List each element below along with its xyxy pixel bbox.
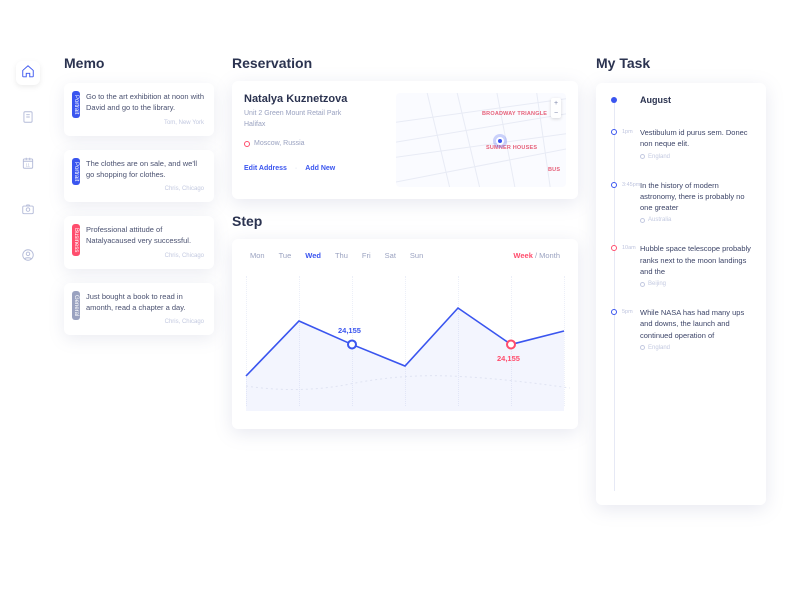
step-chart: 24,155 24,155	[240, 266, 570, 418]
home-icon	[21, 64, 35, 83]
svg-text:11: 11	[26, 162, 31, 167]
memo-card[interactable]: General Just bought a book to read in am…	[64, 283, 214, 336]
nav-notes[interactable]	[16, 107, 40, 131]
memo-tag: General	[72, 291, 80, 320]
map-zoom: + −	[551, 98, 561, 118]
day-sun[interactable]: Sun	[410, 251, 423, 260]
calendar-icon: 11	[21, 156, 35, 175]
edit-address-link[interactable]: Edit Address	[244, 165, 287, 172]
map[interactable]: BROADWAY TRIANGLE SUMNER HOUSES BUS + −	[396, 93, 566, 187]
day-fri[interactable]: Fri	[362, 251, 371, 260]
task-dot-icon	[611, 245, 617, 251]
task-box: August 1pm Vestibulum id purus sem. Done…	[596, 83, 766, 505]
step-card: Mon Tue Wed Thu Fri Sat Sun Week / Month 24,15…	[232, 239, 578, 429]
location-pin-icon	[244, 141, 250, 147]
memo-tag: Portrait	[72, 91, 80, 118]
task-location: Australia	[640, 217, 756, 223]
task-item[interactable]: 1pm Vestibulum id purus sem. Donec non n…	[614, 127, 756, 160]
memo-location: Chris, Chicago	[86, 253, 204, 259]
memo-body: Professional attitude of Natalyacaused v…	[86, 224, 204, 247]
memo-heading: Memo	[64, 55, 214, 71]
map-roads-icon	[396, 93, 566, 187]
memo-body: Just bought a book to read in amonth, re…	[86, 291, 204, 314]
task-location: England	[640, 154, 756, 160]
step-heading: Step	[232, 213, 578, 229]
chart-value: 24,155	[497, 354, 520, 363]
chart-value: 24,155	[338, 326, 361, 335]
step-days: Mon Tue Wed Thu Fri Sat Sun	[250, 251, 423, 260]
zoom-out-button[interactable]: −	[551, 108, 561, 118]
task-column: My Task August 1pm Vestibulum id purus s…	[596, 55, 766, 600]
day-wed[interactable]: Wed	[305, 251, 321, 260]
sidebar: 11	[10, 55, 46, 600]
nav-calendar[interactable]: 11	[16, 153, 40, 177]
memo-card[interactable]: Business Professional attitude of Nataly…	[64, 216, 214, 269]
day-thu[interactable]: Thu	[335, 251, 348, 260]
reservation-location: Moscow, Russia	[244, 140, 384, 147]
task-item[interactable]: 3:45pm In the history of modern astronom…	[614, 180, 756, 224]
memo-column: Memo Portrait Go to the art exhibition a…	[64, 55, 214, 600]
task-title: In the history of modern astronomy, ther…	[640, 180, 756, 214]
reservation-heading: Reservation	[232, 55, 578, 71]
memo-tag: Business	[72, 224, 80, 256]
day-tue[interactable]: Tue	[279, 251, 292, 260]
memo-body: Go to the art exhibition at noon with Da…	[86, 91, 204, 114]
task-item[interactable]: 10am Hubble space telescope probably ran…	[614, 243, 756, 287]
map-pin	[496, 137, 504, 145]
map-label: SUMNER HOUSES	[486, 145, 537, 151]
memo-location: Chris, Chicago	[86, 186, 204, 192]
task-title: While NASA has had many ups and downs, t…	[640, 307, 756, 341]
task-dot-icon	[611, 182, 617, 188]
memo-location: Chris, Chicago	[86, 319, 204, 325]
location-ring-icon	[640, 218, 645, 223]
zoom-in-button[interactable]: +	[551, 98, 561, 108]
timeline-month: August	[614, 95, 756, 105]
reservation-addr1: Unit 2 Green Mount Retail Park	[244, 109, 384, 120]
reservation-card: Natalya Kuznetzova Unit 2 Green Mount Re…	[232, 81, 578, 199]
task-time: 3:45pm	[622, 182, 640, 188]
task-heading: My Task	[596, 55, 766, 71]
task-dot-icon	[611, 129, 617, 135]
camera-icon	[21, 202, 35, 221]
add-new-link[interactable]: Add New	[305, 165, 335, 172]
toggle-month[interactable]: Month	[539, 251, 560, 260]
task-title: Hubble space telescope probably ranks ne…	[640, 243, 756, 277]
task-location: England	[640, 345, 756, 351]
center-column: Reservation Natalya Kuznetzova Unit 2 Gr…	[232, 55, 578, 600]
memo-card[interactable]: Portrait The clothes are on sale, and we…	[64, 150, 214, 203]
memo-body: The clothes are on sale, and we'll go sh…	[86, 158, 204, 181]
map-label: BROADWAY TRIANGLE	[482, 111, 547, 117]
task-dot-icon	[611, 309, 617, 315]
memo-tag: Portrait	[72, 158, 80, 185]
location-ring-icon	[640, 282, 645, 287]
day-sat[interactable]: Sat	[385, 251, 396, 260]
nav-profile[interactable]	[16, 245, 40, 269]
location-ring-icon	[640, 154, 645, 159]
memo-card[interactable]: Portrait Go to the art exhibition at noo…	[64, 83, 214, 136]
step-range-toggle: Week / Month	[513, 251, 560, 260]
day-mon[interactable]: Mon	[250, 251, 265, 260]
memo-location: Tom, New York	[86, 120, 204, 126]
notes-icon	[21, 110, 35, 129]
task-time: 5pm	[622, 309, 633, 315]
task-title: Vestibulum id purus sem. Donec non neque…	[640, 127, 756, 150]
task-time: 1pm	[622, 129, 633, 135]
task-time: 10am	[622, 245, 636, 251]
profile-icon	[21, 248, 35, 267]
month-dot-icon	[611, 97, 617, 103]
map-label: BUS	[548, 167, 560, 173]
nav-camera[interactable]	[16, 199, 40, 223]
task-location: Beijing	[640, 281, 756, 287]
location-ring-icon	[640, 345, 645, 350]
reservation-addr2: Halifax	[244, 120, 384, 131]
reservation-name: Natalya Kuznetzova	[244, 93, 384, 105]
toggle-week[interactable]: Week	[513, 251, 532, 260]
nav-home[interactable]	[16, 61, 40, 85]
task-item[interactable]: 5pm While NASA has had many ups and down…	[614, 307, 756, 351]
